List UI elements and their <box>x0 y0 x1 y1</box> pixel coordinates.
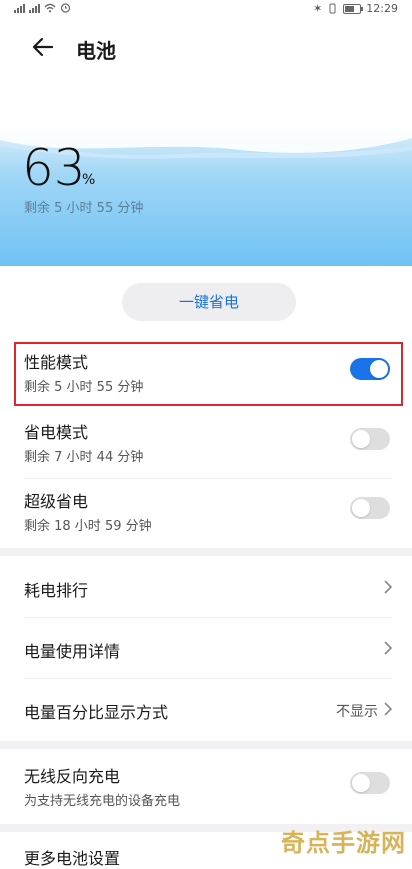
toggle-knob <box>352 430 370 448</box>
section-divider <box>0 548 412 556</box>
power-usage-details-row[interactable]: 电量使用详情 <box>0 621 412 677</box>
battery-level-fill <box>345 5 355 12</box>
wifi-icon <box>44 3 56 12</box>
chevron-right-icon <box>384 580 393 594</box>
power-saving-mode-toggle[interactable] <box>350 428 390 450</box>
ultra-power-saving-row[interactable]: 超级省电 剩余 18 小时 59 分钟 <box>0 482 412 546</box>
mode-title: 超级省电 <box>24 492 89 511</box>
one-key-save-button[interactable]: 一键省电 <box>122 283 296 321</box>
mode-title: 省电模式 <box>24 423 89 442</box>
list-value: 不显示 <box>336 704 378 720</box>
battery-percentage-display-row[interactable]: 电量百分比显示方式 不显示 <box>0 682 412 738</box>
more-battery-settings-row[interactable]: 更多电池设置 <box>24 845 120 869</box>
signal-icon <box>14 3 25 13</box>
signal-icon-2 <box>29 3 40 13</box>
vibrate-icon <box>329 3 336 14</box>
status-time: 12:29 <box>366 2 398 15</box>
mode-subtitle: 为支持无线充电的设备充电 <box>24 794 181 809</box>
watermark-logo: 奇点手游网 <box>281 829 406 857</box>
page-header: 电池 <box>0 28 412 68</box>
page-title: 电池 <box>76 39 116 63</box>
list-label: 电量使用详情 <box>24 642 121 661</box>
list-label: 耗电排行 <box>24 581 89 600</box>
mode-subtitle: 剩余 7 小时 44 分钟 <box>24 450 144 465</box>
toggle-knob <box>352 499 370 517</box>
back-arrow-icon[interactable] <box>30 34 56 60</box>
battery-icon <box>343 3 364 14</box>
mode-title: 无线反向充电 <box>24 767 121 786</box>
row-divider <box>24 678 392 679</box>
chevron-right-icon <box>384 641 393 655</box>
wireless-reverse-charging-toggle[interactable] <box>350 772 390 794</box>
battery-percentage-symbol: % <box>82 172 96 188</box>
highlight-box <box>14 342 403 406</box>
ultra-power-saving-toggle[interactable] <box>350 497 390 519</box>
row-divider <box>24 478 392 479</box>
alarm-icon <box>60 3 71 13</box>
section-divider <box>0 741 412 749</box>
power-saving-mode-row[interactable]: 省电模式 剩余 7 小时 44 分钟 <box>0 413 412 477</box>
chevron-right-icon <box>384 702 393 716</box>
power-consumption-ranking-row[interactable]: 耗电排行 <box>0 560 412 616</box>
bluetooth-icon: ✶ <box>313 2 323 15</box>
status-icons-right: ✶ 12:29 <box>313 2 398 15</box>
wireless-reverse-charging-row[interactable]: 无线反向充电 为支持无线充电的设备充电 <box>0 757 412 821</box>
status-bar: ✶ 12:29 <box>0 0 412 18</box>
toggle-knob <box>352 774 370 792</box>
mode-subtitle: 剩余 18 小时 59 分钟 <box>24 519 152 534</box>
row-divider <box>24 617 392 618</box>
battery-percentage: 63 <box>22 139 86 197</box>
status-icons-left <box>14 2 71 13</box>
battery-remaining-time: 剩余 5 小时 55 分钟 <box>24 201 144 216</box>
list-label: 电量百分比显示方式 <box>24 703 169 722</box>
